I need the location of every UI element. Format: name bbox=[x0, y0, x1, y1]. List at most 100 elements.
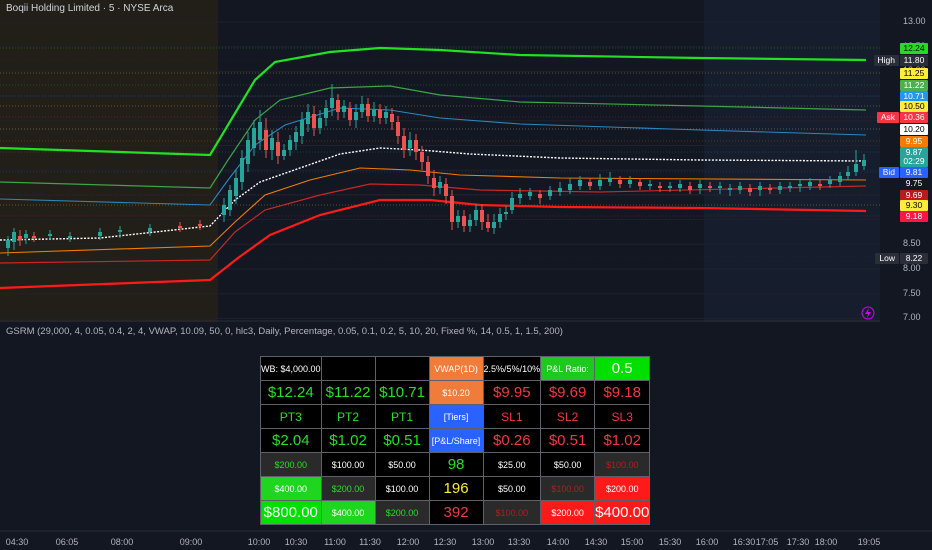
price-tag: 9.30 bbox=[900, 200, 928, 211]
candle-body bbox=[578, 180, 582, 186]
candle-body bbox=[518, 194, 522, 198]
table-cell: P&L Ratio: bbox=[540, 356, 596, 381]
table-cell bbox=[374, 356, 430, 381]
candle-body bbox=[798, 184, 802, 186]
price-tag: 8.22 bbox=[900, 253, 928, 264]
table-cell: VWAP(1D) bbox=[428, 356, 484, 381]
candle-body bbox=[708, 186, 712, 188]
table-cell: $200.00 bbox=[260, 452, 322, 477]
price-tag: 12.24 bbox=[900, 43, 928, 54]
candle-body bbox=[480, 210, 484, 222]
table-cell: $200.00 bbox=[320, 476, 376, 501]
time-tick: 14:30 bbox=[584, 537, 608, 547]
candle-body bbox=[510, 198, 514, 210]
price-tag: 10.36 bbox=[900, 112, 928, 123]
table-cell: 392 bbox=[428, 500, 484, 525]
candle-body bbox=[648, 184, 652, 186]
price-tag: 9.95 bbox=[900, 136, 928, 147]
candle-body bbox=[608, 178, 612, 182]
candle-body bbox=[628, 180, 632, 184]
table-cell: SL1 bbox=[482, 404, 542, 429]
candle-body bbox=[240, 158, 244, 182]
candle-body bbox=[354, 112, 358, 120]
candle-body bbox=[678, 184, 682, 188]
candle-body bbox=[384, 112, 388, 118]
candle-body bbox=[854, 164, 858, 172]
candle-body bbox=[474, 210, 478, 220]
candle-body bbox=[246, 140, 250, 164]
price-tag-name: High bbox=[873, 55, 899, 66]
time-tick: 16:00 bbox=[695, 537, 719, 547]
price-tag: 11.80 bbox=[900, 55, 928, 66]
candle-body bbox=[808, 182, 812, 186]
time-tick: 15:30 bbox=[658, 537, 682, 547]
candle-body bbox=[688, 186, 692, 190]
table-cell: $12.24 bbox=[260, 380, 322, 405]
candle-body bbox=[118, 230, 122, 232]
table-cell: $10.71 bbox=[374, 380, 430, 405]
table-cell: WB: $4,000.00 bbox=[260, 356, 322, 381]
candle-body bbox=[748, 188, 752, 192]
table-cell: PT2 bbox=[320, 404, 376, 429]
candle-body bbox=[228, 190, 232, 210]
candle-body bbox=[668, 186, 672, 188]
price-tag: 9.18 bbox=[900, 211, 928, 222]
candle-body bbox=[618, 180, 622, 184]
table-cell: $50.00 bbox=[482, 476, 542, 501]
candle-body bbox=[148, 228, 152, 232]
table-cell: 196 bbox=[428, 476, 484, 501]
candle-body bbox=[658, 186, 662, 188]
table-cell: $200.00 bbox=[540, 500, 596, 525]
candle-body bbox=[390, 114, 394, 122]
candle-body bbox=[178, 226, 182, 228]
candle-body bbox=[324, 108, 328, 118]
candle-body bbox=[450, 196, 454, 222]
candle-body bbox=[48, 234, 52, 236]
table-cell: $9.18 bbox=[594, 380, 651, 405]
time-tick: 12:00 bbox=[396, 537, 420, 547]
price-tick: 7.00 bbox=[903, 312, 921, 323]
price-tag: 10.20 bbox=[900, 124, 928, 135]
candle-body bbox=[6, 240, 10, 248]
table-cell: $0.51 bbox=[540, 428, 596, 453]
table-cell: $800.00 bbox=[260, 500, 322, 525]
gsrm-table: WB: $4,000.00 VWAP(1D) 2.5%/5%/10% P&L Rati… bbox=[260, 356, 651, 525]
candle-body bbox=[420, 152, 424, 162]
candle-body bbox=[492, 222, 496, 228]
candle-body bbox=[426, 162, 430, 176]
price-tag: 11.25 bbox=[900, 68, 928, 79]
candle-body bbox=[330, 98, 334, 108]
candle-body bbox=[846, 172, 850, 176]
candle-body bbox=[558, 188, 562, 192]
candle-body bbox=[276, 142, 280, 156]
time-tick: 13:30 bbox=[507, 537, 531, 547]
table-cell: PT1 bbox=[374, 404, 430, 429]
candle-body bbox=[758, 186, 762, 190]
candle-body bbox=[414, 140, 418, 152]
table-cell: $400.00 bbox=[260, 476, 322, 501]
time-tick: 17:30 bbox=[786, 537, 810, 547]
indicator-legend[interactable]: GSRM (29,000, 4, 0.05, 0.4, 2, 4, VWAP, … bbox=[6, 326, 563, 337]
candle-body bbox=[264, 130, 268, 150]
table-cell: PT3 bbox=[260, 404, 322, 429]
candle-body bbox=[270, 138, 274, 150]
candle-body bbox=[300, 120, 304, 136]
price-tick: 7.50 bbox=[903, 287, 921, 298]
candle-body bbox=[306, 112, 310, 124]
table-cell: $50.00 bbox=[540, 452, 596, 477]
table-row: WB: $4,000.00 VWAP(1D) 2.5%/5%/10% P&L Rati… bbox=[260, 356, 651, 381]
candle-body bbox=[538, 194, 542, 198]
time-tick: 18:00 bbox=[814, 537, 838, 547]
table-cell: $100.00 bbox=[594, 452, 651, 477]
table-cell: $50.00 bbox=[374, 452, 430, 477]
price-tag: 11.22 bbox=[900, 80, 928, 91]
table-cell: 98 bbox=[428, 452, 484, 477]
candle-body bbox=[234, 178, 238, 196]
candle-body bbox=[258, 122, 262, 140]
table-cell: 2.5%/5%/10% bbox=[482, 356, 542, 381]
table-cell: $0.26 bbox=[482, 428, 542, 453]
time-tick: 16:30 bbox=[732, 537, 756, 547]
price-tag-name: Bid bbox=[878, 167, 899, 178]
time-tick: 06:05 bbox=[55, 537, 79, 547]
candle-body bbox=[222, 205, 226, 215]
